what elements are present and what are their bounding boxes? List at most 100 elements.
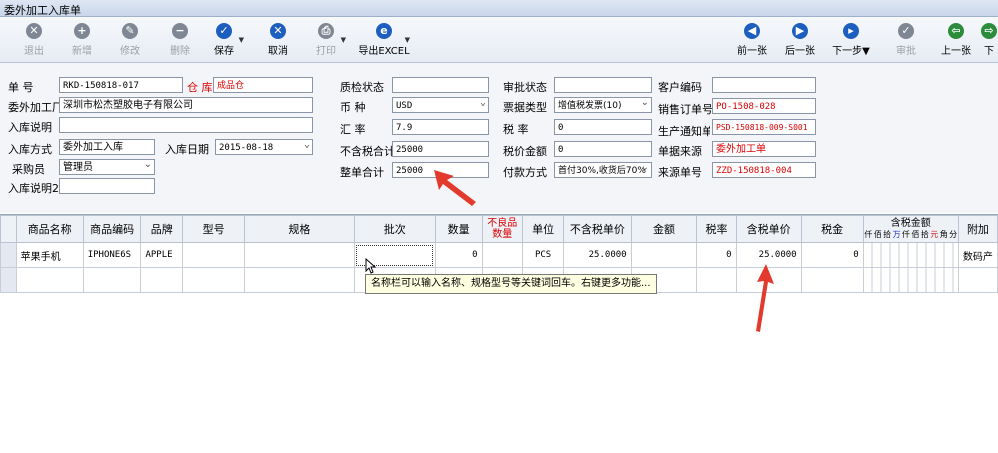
cancel-icon: ✕	[270, 23, 286, 39]
cell-empty[interactable]	[862, 267, 959, 293]
col-model[interactable]: 型号	[182, 215, 246, 243]
doc-no-label: 单 号	[8, 81, 34, 94]
col-tax-rate[interactable]: 税率	[696, 215, 737, 243]
header-form: 单 号 RKD-150818-017 仓 库 成品仓 委外加工厂 深圳市松杰塑胶…	[0, 63, 998, 213]
cell-code[interactable]: IPHONE6S	[82, 242, 142, 268]
cell-tax-price[interactable]: 25.0000	[735, 242, 802, 268]
row-header[interactable]	[0, 242, 17, 268]
source-field[interactable]: 委外加工单	[712, 141, 816, 157]
tax-rate-field[interactable]: 0	[554, 119, 652, 135]
total-field[interactable]: 25000	[392, 162, 489, 178]
cell-tax-rate[interactable]: 0	[696, 242, 737, 268]
next-label: 后一张	[785, 46, 815, 57]
doc-no-field[interactable]: RKD-150818-017	[59, 77, 183, 93]
sales-order-field[interactable]: PO-1508-028	[712, 98, 816, 114]
col-price[interactable]: 不含税单价	[563, 215, 632, 243]
rate-field[interactable]: 7.9	[392, 119, 489, 135]
col-defect-qty[interactable]: 不良品数量	[481, 215, 524, 243]
invoice-type-select[interactable]: 增值税发票(10)	[554, 97, 652, 113]
cell-empty[interactable]	[800, 267, 864, 293]
cancel-label: 取消	[268, 46, 288, 57]
col-amount[interactable]: 金额	[630, 215, 698, 243]
cell-empty[interactable]	[244, 267, 355, 293]
arrow-right-icon: ▶	[792, 23, 808, 39]
col-unit[interactable]: 单位	[521, 215, 565, 243]
processor-field[interactable]: 深圳市松杰塑胶电子有限公司	[59, 97, 313, 113]
col-tax[interactable]: 税金	[800, 215, 864, 243]
cell-amount[interactable]	[630, 242, 698, 268]
dropdown-icon: ▼	[238, 36, 244, 44]
cell-empty[interactable]	[15, 267, 84, 293]
note1-field[interactable]	[59, 117, 313, 133]
edit-button[interactable]: ✎ 修改	[108, 20, 152, 60]
approval-status-field[interactable]	[554, 77, 652, 93]
qc-status-field[interactable]	[392, 77, 489, 93]
col-code[interactable]: 商品编码	[82, 215, 142, 243]
export-excel-button[interactable]: e 导出EXCEL ▼	[356, 20, 412, 60]
col-batch[interactable]: 批次	[353, 215, 436, 243]
warehouse-field[interactable]: 成品仓	[213, 77, 313, 93]
cell-tax-amount[interactable]	[862, 242, 959, 268]
note2-field[interactable]	[59, 178, 155, 194]
cell-spec[interactable]	[244, 242, 355, 268]
approve-button[interactable]: ✓ 审批	[884, 20, 928, 60]
print-button[interactable]: ⎙ 打印 ▼	[304, 20, 348, 60]
cell-price[interactable]: 25.0000	[563, 242, 632, 268]
col-spec[interactable]: 规格	[244, 215, 355, 243]
next-button[interactable]: ▶ 后一张	[778, 20, 822, 60]
col-brand[interactable]: 品牌	[140, 215, 184, 243]
cancel-button[interactable]: ✕ 取消	[256, 20, 300, 60]
qc-status-label: 质检状态	[340, 81, 384, 94]
tax-amount-field[interactable]: 0	[554, 141, 652, 157]
cell-empty[interactable]	[696, 267, 737, 293]
currency-select[interactable]: USD	[392, 97, 489, 113]
cell-empty[interactable]	[182, 267, 246, 293]
approve-label: 审批	[896, 46, 916, 57]
total-label: 整单合计	[340, 166, 384, 179]
col-name[interactable]: 商品名称	[15, 215, 84, 243]
cell-defect[interactable]	[481, 242, 524, 268]
cell-unit[interactable]: PCS	[521, 242, 565, 268]
save-button[interactable]: ✓ 保存 ▼	[202, 20, 246, 60]
cell-model[interactable]	[182, 242, 246, 268]
cell-extra[interactable]: 数码产	[957, 242, 998, 268]
next-doc-button[interactable]: ⇨ 下	[980, 20, 998, 60]
cell-empty[interactable]	[957, 267, 998, 293]
method-field[interactable]: 委外加工入库	[59, 139, 155, 155]
exit-button[interactable]: ✕ 退出	[12, 20, 56, 60]
cell-empty[interactable]	[735, 267, 802, 293]
production-notice-field[interactable]: PSD-150818-009-S001	[712, 119, 816, 135]
table-row[interactable]: 苹果手机 IPHONE6S APPLE 0 PCS 25.0000 0 25.0…	[0, 242, 998, 268]
delete-label: 删除	[170, 46, 190, 57]
cell-tax[interactable]: 0	[800, 242, 864, 268]
source-no-field[interactable]: ZZD-150818-004	[712, 162, 816, 178]
untaxed-total-field[interactable]: 25000	[392, 141, 489, 157]
col-tax-amount[interactable]: 含税金额 仟 佰 拾 万 仟 佰 拾 元 角 分	[862, 215, 959, 243]
customer-code-field[interactable]	[712, 77, 816, 93]
cell-batch[interactable]	[353, 242, 436, 268]
col-extra[interactable]: 附加	[957, 215, 998, 243]
prev-button[interactable]: ◀ 前一张	[730, 20, 774, 60]
cell-empty[interactable]	[82, 267, 142, 293]
cell-empty[interactable]	[140, 267, 184, 293]
prev-doc-button[interactable]: ⇦ 上一张	[934, 20, 978, 60]
date-label: 入库日期	[165, 143, 209, 156]
cell-brand[interactable]: APPLE	[140, 242, 184, 268]
cell-name[interactable]: 苹果手机	[15, 242, 84, 268]
next-step-button[interactable]: ▸ 下一步▼	[826, 20, 876, 60]
header-row: 商品名称 商品编码 品牌 型号 规格 批次 数量 不良品数量 单位 不含税单价 …	[0, 215, 998, 243]
save-label: 保存	[214, 46, 234, 57]
date-picker[interactable]: 2015-08-18	[215, 139, 313, 155]
buyer-select[interactable]: 管理员	[59, 159, 155, 175]
payment-select[interactable]: 首付30%,收货后70%	[554, 162, 652, 178]
row-header[interactable]	[0, 267, 17, 293]
new-button[interactable]: + 新增	[60, 20, 104, 60]
delete-button[interactable]: − 删除	[158, 20, 202, 60]
printer-icon: ⎙	[318, 23, 334, 39]
items-grid: 商品名称 商品编码 品牌 型号 规格 批次 数量 不良品数量 单位 不含税单价 …	[0, 214, 998, 453]
cell-qty[interactable]: 0	[434, 242, 483, 268]
col-qty[interactable]: 数量	[434, 215, 483, 243]
payment-label: 付款方式	[503, 166, 547, 179]
subcol: 拾	[883, 230, 892, 239]
col-tax-price[interactable]: 含税单价	[735, 215, 802, 243]
